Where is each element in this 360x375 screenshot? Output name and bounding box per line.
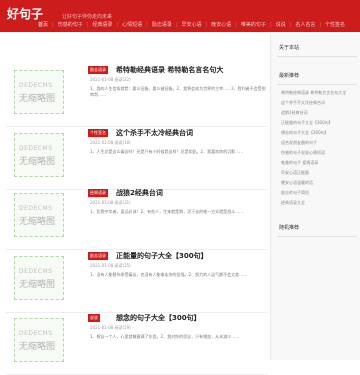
article-excerpt: 1、犯我中华者，虽远必诛！2、有些人，生来就是狼，活下去的唯一方式就是战斗…… — [90, 209, 244, 214]
article-title[interactable]: 这个杀手不太冷经典台词 — [116, 128, 193, 138]
nav-separator: | — [289, 22, 292, 28]
divider — [277, 84, 357, 85]
sidebar-link[interactable]: 晚安心语温暖的话 — [281, 180, 353, 186]
article-thumbnail[interactable]: DEDECMS 无缩略图 — [14, 256, 64, 300]
article-item: DEDECMS 无缩略图 经典语录 战狼2经典台词 2021-01-08 阅读(… — [6, 189, 268, 250]
article-meta: 2021-01-08 阅读(18) — [90, 140, 131, 145]
sidebar-link[interactable]: 正能量的句子大全【300句】 — [281, 120, 353, 126]
nav-item-beautiful-sentences[interactable]: 唯美的句子 — [241, 20, 266, 30]
article-excerpt: 1、没有人能替你承受痛苦，也没有人能拿走你的坚强。2、努力的人运气都不会太差…… — [90, 272, 248, 277]
article-title[interactable]: 希特勒经典语录 希特勒名言名句大 — [116, 65, 223, 75]
nav-item-sad-sentences[interactable]: 伤感的句子 — [58, 20, 83, 30]
article-thumbnail[interactable]: DEDECMS 无缩略图 — [14, 318, 64, 362]
sidebar-link[interactable]: 励志的句子简短 — [281, 190, 353, 196]
sidebar-link[interactable]: 想念的句子大全【300句】 — [281, 130, 353, 136]
sidebar-about-title: 关于本站 — [279, 45, 300, 51]
nav-item-shuoshuo[interactable]: 说说 — [276, 20, 286, 30]
site-header: 好句子 让好句子伴你走向未来 首页 | 伤感的句子 | 经典语录 | 心情短语 | 励志… — [0, 0, 360, 32]
nav-separator: | — [86, 22, 89, 28]
article-item: DEDECMS 无缩略图 励志语录 正能量的句子大全【300句】 2021-01… — [6, 252, 268, 313]
nav-separator: | — [269, 22, 272, 28]
category-tag[interactable]: 励志语录 — [88, 66, 108, 74]
nav-item-good-morning[interactable]: 早安心语 — [182, 20, 202, 30]
sidebar-link[interactable]: 经典语录大全 — [281, 200, 353, 206]
thumbnail-caption: 无缩略图 — [19, 342, 56, 352]
article-item: DEDECMS 无缩略图 说说 想念的句子大全【300句】 2021-01-08… — [6, 314, 268, 375]
thumbnail-caption: DEDECMS — [19, 205, 53, 212]
site-tagline: 让好句子伴你走向未来 — [62, 14, 113, 20]
article-item: DEDECMS 无缩略图 励志语录 希特勒经典语录 希特勒名言名句大 2021-… — [6, 66, 268, 127]
nav-item-famous-quotes[interactable]: 名人名言 — [295, 20, 315, 30]
thumbnail-caption: DEDECMS — [19, 82, 53, 89]
article-title[interactable]: 战狼2经典台词 — [116, 188, 163, 198]
article-thumbnail[interactable]: DEDECMS 无缩略图 — [14, 70, 64, 114]
category-tag[interactable]: 个性签名 — [88, 129, 108, 137]
sidebar-link[interactable]: 伤感的句子说说心情短语 — [281, 150, 353, 156]
nav-separator: | — [116, 22, 119, 28]
nav-separator: | — [235, 22, 237, 28]
nav-separator: | — [52, 22, 54, 28]
sidebar-link[interactable]: 希特勒经典语录 希特勒名言名句大全 — [281, 90, 353, 96]
sidebar: 关于本站 最新推荐 希特勒经典语录 希特勒名言名句大全 这个杀手不太冷经典台词 … — [270, 34, 360, 360]
divider — [277, 236, 357, 237]
nav-separator: | — [175, 22, 178, 28]
sidebar-link[interactable]: 这个杀手不太冷经典台词 — [281, 100, 353, 106]
article-title[interactable]: 正能量的句子大全【300句】 — [116, 251, 208, 261]
sidebar-link[interactable]: 唯美的句子 爱情语录 — [281, 160, 353, 166]
thumbnail-caption: 无缩略图 — [19, 280, 56, 290]
category-tag[interactable]: 说说 — [88, 314, 100, 322]
sidebar-link[interactable]: 适合发朋友圈的句子 — [281, 140, 353, 146]
nav-item-mood-phrases[interactable]: 心情短语 — [122, 20, 142, 30]
thumbnail-caption: 无缩略图 — [19, 94, 56, 104]
thumbnail-caption: DEDECMS — [19, 330, 53, 337]
sidebar-random-title: 随机推荐 — [279, 225, 300, 231]
nav-item-classic-quotes[interactable]: 经典语录 — [92, 20, 112, 30]
nav-item-good-night[interactable]: 晚安心语 — [211, 20, 231, 30]
divider — [277, 56, 357, 57]
category-tag[interactable]: 励志语录 — [88, 252, 108, 260]
nav-separator: | — [205, 22, 208, 28]
main-nav: 首页 | 伤感的句子 | 经典语录 | 心情短语 | 励志语录 | 早安心语 | 晚安心语 |… — [38, 20, 349, 30]
article-meta: 2021-01-08 阅读(25) — [90, 263, 131, 268]
article-excerpt: 1、想念一个人，心里就像塞满了东西。2、我对你的思念，只有增加，从未减少…… — [90, 334, 240, 339]
nav-separator: | — [146, 22, 148, 28]
nav-item-inspirational[interactable]: 励志语录 — [152, 20, 172, 30]
article-item: DEDECMS 无缩略图 个性签名 这个杀手不太冷经典台词 2021-01-08… — [6, 129, 268, 190]
article-thumbnail[interactable]: DEDECMS 无缩略图 — [14, 193, 64, 237]
nav-item-signature[interactable]: 个性签名 — [325, 20, 345, 30]
article-excerpt: 1、我的人生信条就是：要么征服，要么被征服。2、我将会成为世界的主宰……3、胜利… — [90, 86, 266, 97]
nav-item-home[interactable]: 首页 — [38, 20, 48, 30]
sidebar-link[interactable]: 早安心语正能量 — [281, 170, 353, 176]
article-meta: 2021-01-08 阅读(22) — [90, 77, 131, 82]
thumbnail-caption: DEDECMS — [19, 145, 53, 152]
sidebar-recommend-title: 最新推荐 — [279, 73, 300, 79]
nav-separator: | — [319, 22, 322, 28]
sidebar-link[interactable]: 战狼2经典台词 — [281, 110, 353, 116]
thumbnail-caption: DEDECMS — [19, 268, 53, 275]
article-title[interactable]: 想念的句子大全【300句】 — [116, 313, 201, 323]
article-excerpt: 1、人生总是这么痛苦吗？还是只有小时候是这样？总是如此。2、我喜欢你的沉默…… — [90, 149, 244, 154]
article-meta: 2021-01-08 阅读(31) — [90, 200, 131, 205]
article-thumbnail[interactable]: DEDECMS 无缩略图 — [14, 133, 64, 177]
thumbnail-caption: 无缩略图 — [19, 157, 56, 167]
thumbnail-caption: 无缩略图 — [19, 217, 56, 227]
article-meta: 2021-01-08 阅读(19) — [90, 325, 131, 330]
category-tag[interactable]: 经典语录 — [88, 189, 108, 197]
